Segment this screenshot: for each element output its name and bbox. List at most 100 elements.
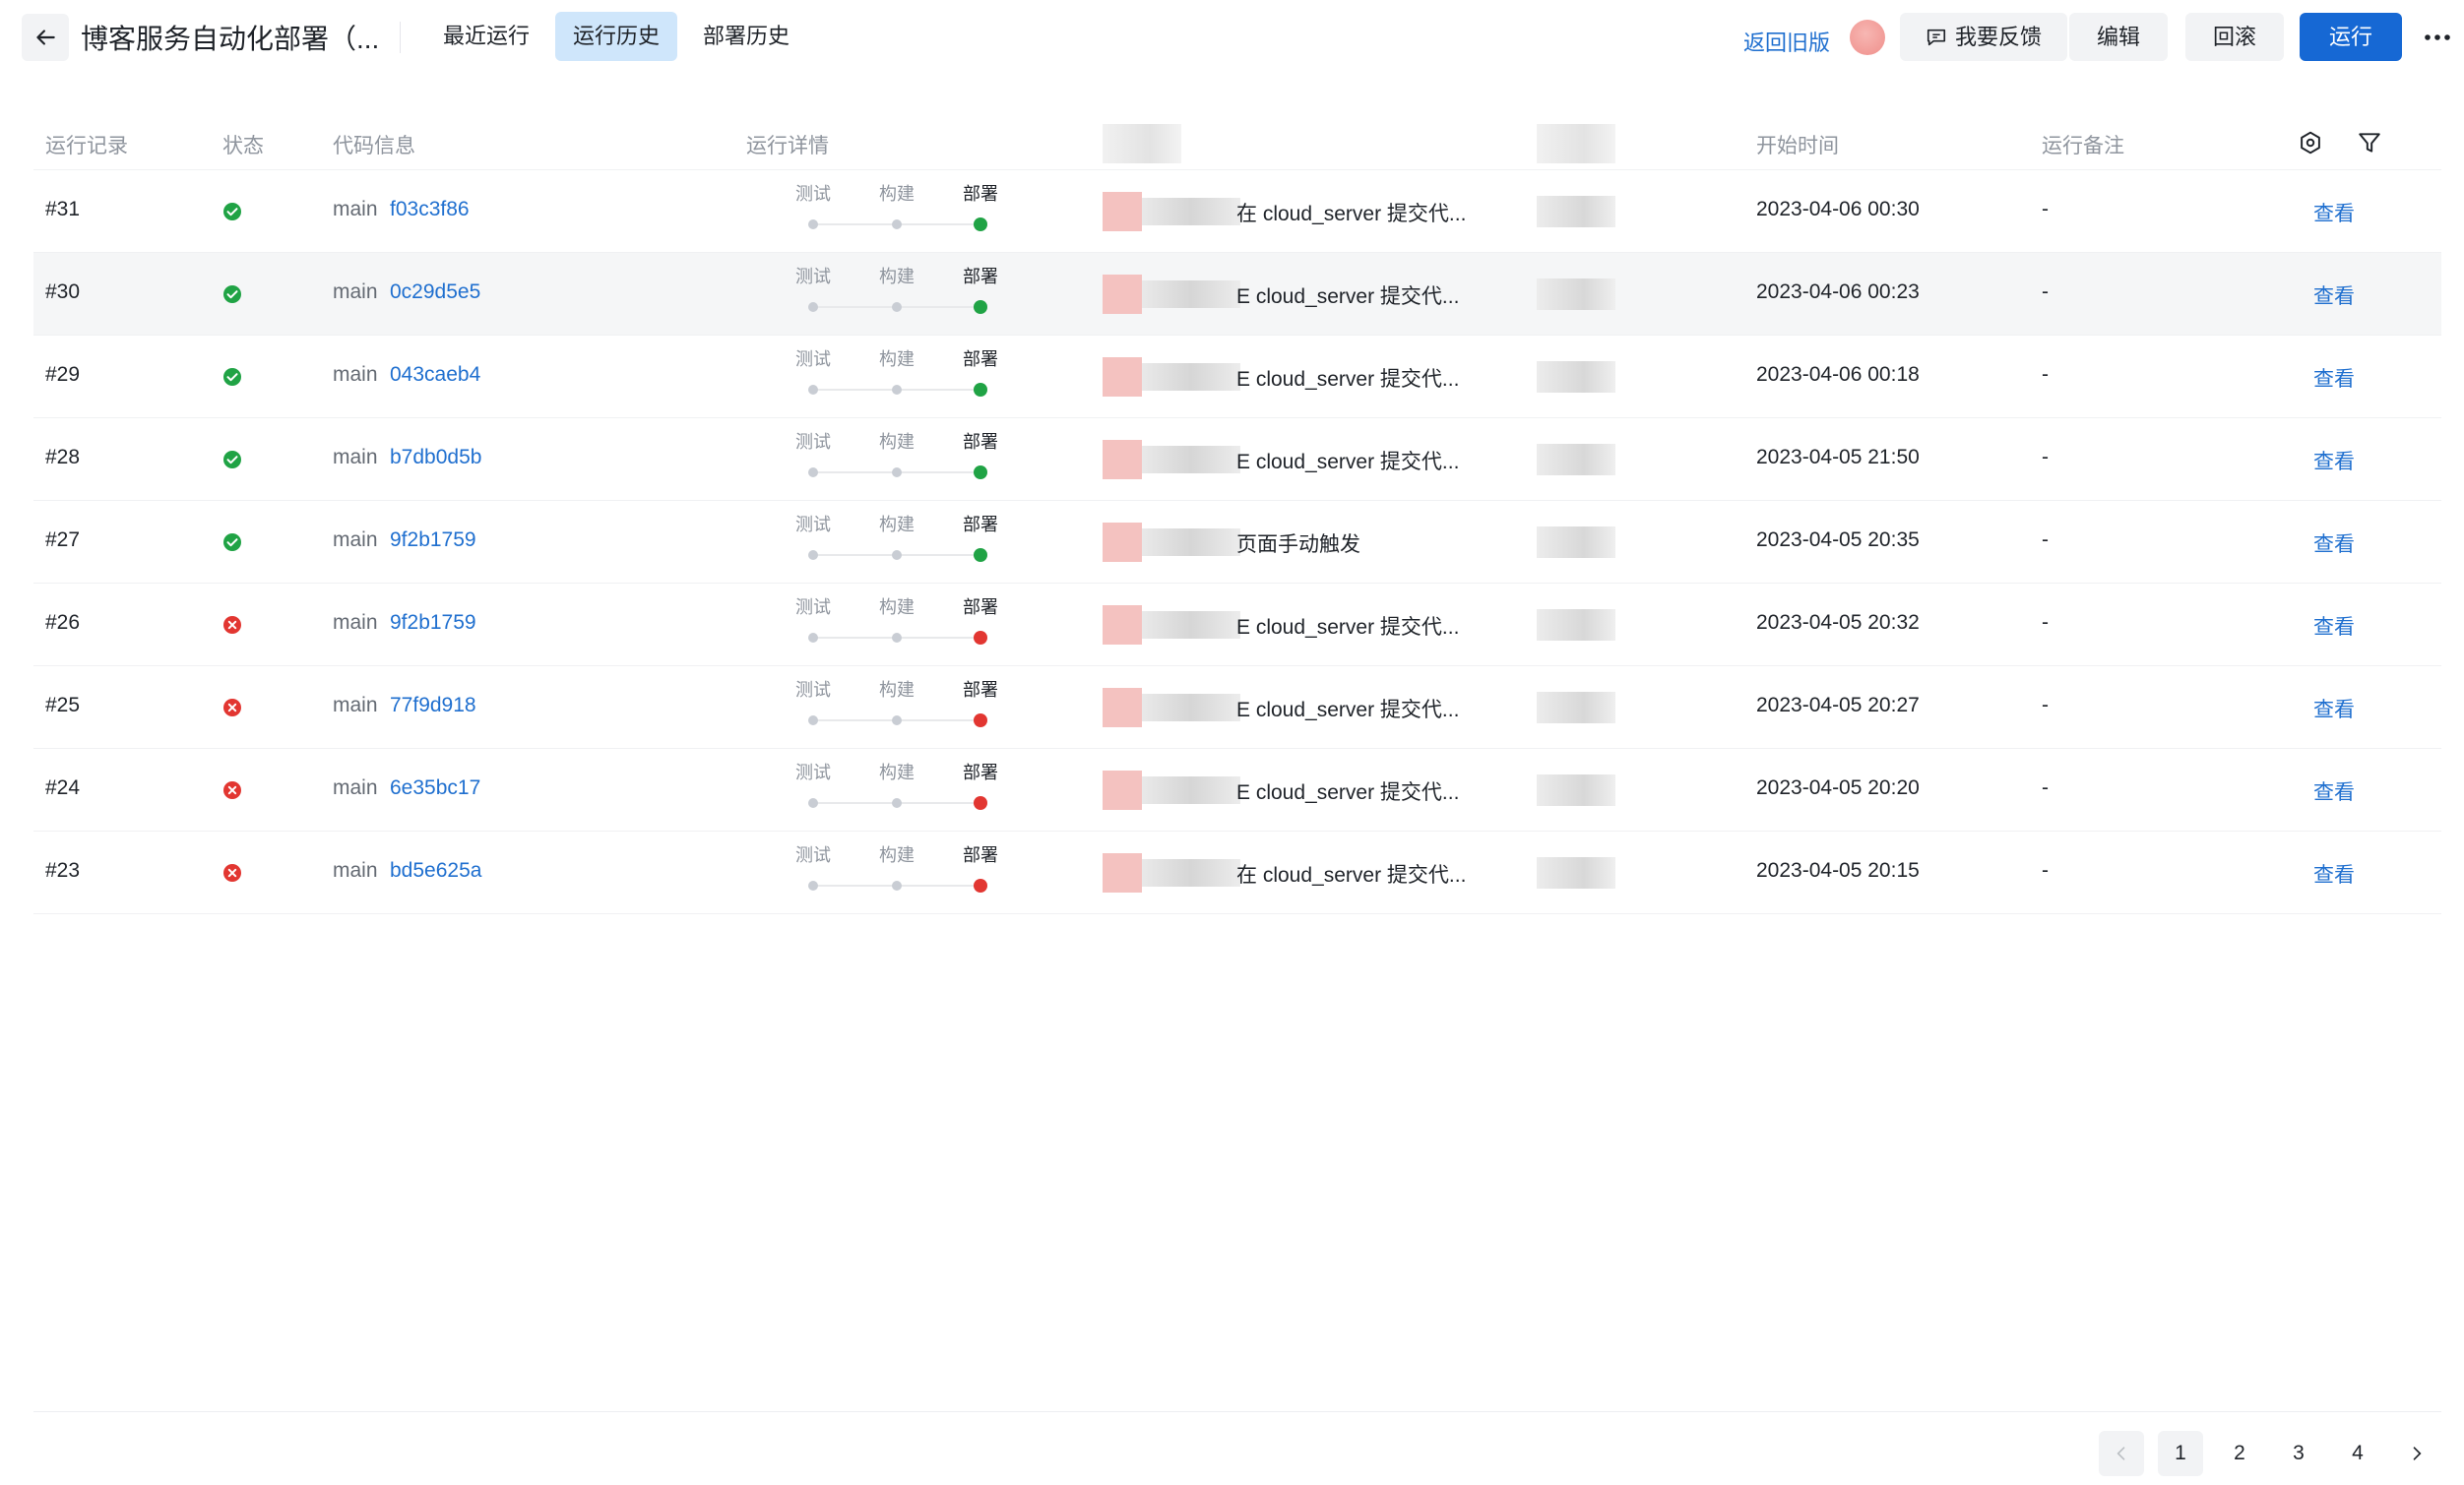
stage-status-dot	[974, 796, 987, 810]
back-to-old-version-link[interactable]: 返回旧版	[1743, 26, 1830, 57]
stage-label: 构建	[879, 432, 915, 452]
back-arrow-icon	[36, 30, 55, 45]
settings-icon	[2301, 131, 2320, 155]
table-row[interactable]: #28 main b7db0d5b 测试 构建 部署 E cloud_server 提交代…	[33, 418, 2441, 501]
commit-hash-link[interactable]: 9f2b1759	[390, 528, 476, 552]
success-check-icon	[223, 533, 241, 551]
commit-hash-link[interactable]: 0c29d5e5	[390, 280, 480, 304]
run-id[interactable]: #23	[45, 859, 80, 883]
start-time: 2023-04-05 20:27	[1756, 694, 1920, 716]
table-row[interactable]: #26 main 9f2b1759 测试 构建 部署 E cloud_server 提交代…	[33, 584, 2441, 666]
commit-hash-link[interactable]: 043caeb4	[390, 363, 480, 387]
prev-page-button[interactable]	[2099, 1431, 2144, 1476]
pipeline-stages[interactable]: 测试 构建 部署	[762, 345, 1018, 406]
commit-hash-link[interactable]: bd5e625a	[390, 859, 481, 883]
stage-label: 测试	[795, 349, 831, 369]
commit-hash-link[interactable]: 77f9d918	[390, 694, 476, 717]
view-link[interactable]: 查看	[2313, 363, 2355, 393]
pipeline-stages[interactable]: 测试 构建 部署	[762, 428, 1018, 489]
view-link[interactable]: 查看	[2313, 528, 2355, 558]
run-note: -	[2042, 198, 2049, 220]
run-id[interactable]: #25	[45, 694, 80, 717]
col-run-record: 运行记录	[45, 135, 128, 157]
success-check-icon	[223, 285, 241, 303]
pipeline-stages[interactable]: 测试 构建 部署	[762, 593, 1018, 654]
stage-status-dot	[808, 881, 818, 891]
page-2-button[interactable]: 2	[2217, 1431, 2262, 1476]
more-button[interactable]	[2422, 18, 2453, 57]
stage-status-dot	[892, 550, 902, 560]
page-4-button[interactable]: 4	[2335, 1431, 2380, 1476]
run-id[interactable]: #29	[45, 363, 80, 387]
tab-deploy-history[interactable]: 部署历史	[685, 12, 807, 61]
view-link[interactable]: 查看	[2313, 446, 2355, 475]
next-page-button[interactable]	[2394, 1431, 2439, 1476]
view-link[interactable]: 查看	[2313, 280, 2355, 310]
feedback-button[interactable]: 我要反馈	[1900, 13, 2068, 61]
stage-label: 部署	[963, 432, 998, 452]
tab-run-history[interactable]: 运行历史	[555, 12, 678, 61]
filter-button[interactable]	[2357, 130, 2382, 155]
run-id[interactable]: #30	[45, 280, 80, 304]
tab-recent-runs[interactable]: 最近运行	[425, 12, 547, 61]
pipeline-stages[interactable]: 测试 构建 部署	[762, 180, 1018, 241]
failure-x-icon	[223, 616, 241, 634]
view-link[interactable]: 查看	[2313, 694, 2355, 723]
commit-hash-link[interactable]: 6e35bc17	[390, 776, 480, 800]
run-button[interactable]: 运行	[2300, 13, 2403, 61]
run-id[interactable]: #28	[45, 446, 80, 469]
stage-label: 部署	[963, 845, 998, 865]
start-time: 2023-04-06 00:30	[1756, 198, 1920, 220]
run-note: -	[2042, 694, 2049, 716]
view-link[interactable]: 查看	[2313, 198, 2355, 227]
pipeline-stages[interactable]: 测试 构建 部署	[762, 841, 1018, 902]
back-button[interactable]	[22, 14, 69, 61]
run-id[interactable]: #31	[45, 198, 80, 221]
page-3-button[interactable]: 3	[2276, 1431, 2321, 1476]
stage-status-dot	[808, 467, 818, 477]
view-link[interactable]: 查看	[2313, 611, 2355, 641]
pipeline-stages[interactable]: 测试 构建 部署	[762, 759, 1018, 820]
table-row[interactable]: #24 main 6e35bc17 测试 构建 部署 E cloud_server 提交代…	[33, 749, 2441, 832]
stage-label: 测试	[795, 680, 831, 700]
stage-label: 部署	[963, 597, 998, 617]
failure-x-icon	[223, 699, 241, 716]
pipeline-stages[interactable]: 测试 构建 部署	[762, 511, 1018, 572]
column-settings-button[interactable]	[2298, 130, 2323, 155]
commit-hash-link[interactable]: 9f2b1759	[390, 611, 476, 635]
edit-button[interactable]: 编辑	[2069, 13, 2169, 61]
commit-hash-link[interactable]: f03c3f86	[390, 198, 470, 221]
trigger-user-blurred	[1103, 357, 1240, 397]
pipeline-stages[interactable]: 测试 构建 部署	[762, 263, 1018, 324]
branch-name: main	[333, 859, 378, 882]
stage-status-dot	[808, 798, 818, 808]
commit-hash-link[interactable]: b7db0d5b	[390, 446, 481, 469]
run-id[interactable]: #27	[45, 528, 80, 552]
view-link[interactable]: 查看	[2313, 776, 2355, 806]
table-row[interactable]: #29 main 043caeb4 测试 构建 部署 E cloud_server 提交代…	[33, 336, 2441, 418]
trigger-info: E cloud_server 提交代...	[1236, 699, 1460, 721]
stage-status-dot	[892, 467, 902, 477]
view-link[interactable]: 查看	[2313, 859, 2355, 889]
page-1-button[interactable]: 1	[2158, 1431, 2203, 1476]
stage-label: 部署	[963, 267, 998, 286]
stage-status-dot	[892, 385, 902, 395]
operator-blurred	[1537, 774, 1615, 806]
table-row[interactable]: #30 main 0c29d5e5 测试 构建 部署 E cloud_server 提交代…	[33, 253, 2441, 336]
table-row[interactable]: #25 main 77f9d918 测试 构建 部署 E cloud_server 提交代…	[33, 666, 2441, 749]
run-id[interactable]: #24	[45, 776, 80, 800]
stage-label: 测试	[795, 845, 831, 865]
table-row[interactable]: #27 main 9f2b1759 测试 构建 部署 页面手动触发 2023-04-05 2…	[33, 501, 2441, 584]
table-row[interactable]: #23 main bd5e625a 测试 构建 部署在 cloud_server 提交代…	[33, 832, 2441, 914]
failure-x-icon	[223, 864, 241, 882]
rollback-button[interactable]: 回滚	[2185, 13, 2285, 61]
run-id[interactable]: #26	[45, 611, 80, 635]
table-row[interactable]: #31 main f03c3f86 测试 构建 部署在 cloud_server 提交代…	[33, 170, 2441, 253]
pipeline-stages[interactable]: 测试 构建 部署	[762, 676, 1018, 737]
start-time: 2023-04-06 00:18	[1756, 363, 1920, 386]
stage-label: 部署	[963, 515, 998, 534]
stage-label: 测试	[795, 763, 831, 782]
stage-status-dot	[974, 465, 987, 479]
page-header: 博客服务自动化部署（... 最近运行 运行历史 部署历史 返回旧版 我要反馈 编…	[0, 0, 2464, 75]
avatar[interactable]	[1850, 20, 1885, 55]
